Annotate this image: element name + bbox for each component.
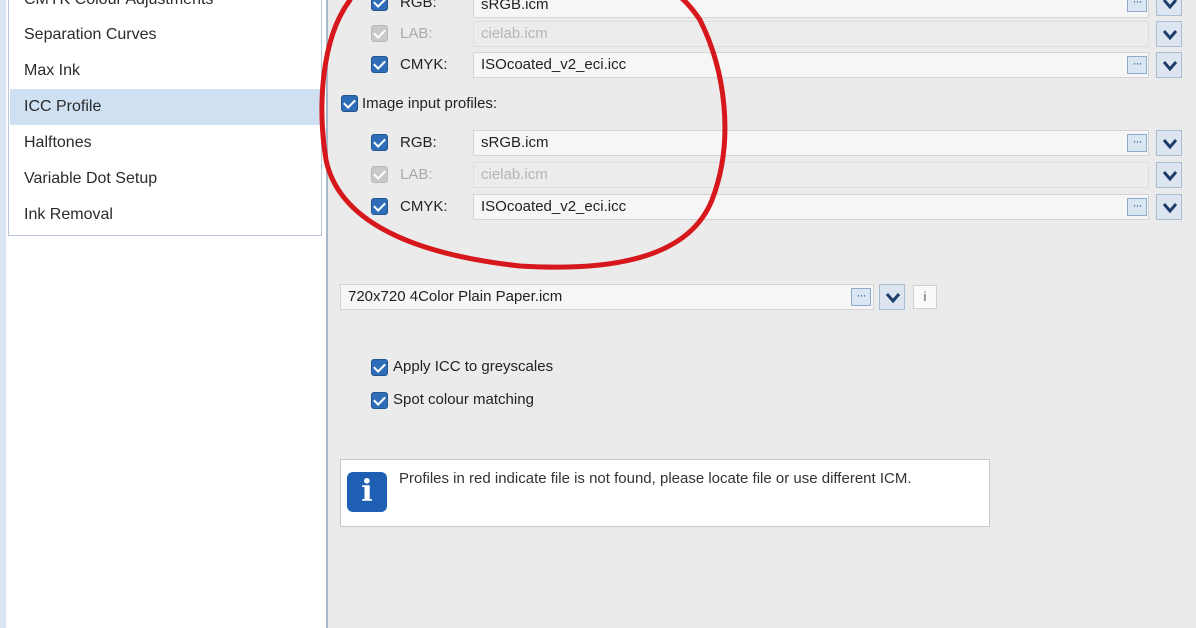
chevron-down-icon <box>1162 61 1178 72</box>
cmyk-profile-browse-button[interactable]: ··· <box>1127 56 1147 74</box>
lab-profile-label: LAB: <box>400 25 433 42</box>
apply-icc-greyscales-label: Apply ICC to greyscales <box>393 358 554 375</box>
image-cmyk-checkbox[interactable] <box>371 198 388 215</box>
output-profile-info-button[interactable]: i <box>913 285 937 309</box>
cmyk-profile-label: CMYK: <box>400 56 448 73</box>
rgb-profile-label: RGB: <box>400 0 437 11</box>
sidebar-item-label: ICC Profile <box>24 98 102 115</box>
info-icon: i <box>347 472 387 512</box>
image-input-profiles-checkbox[interactable] <box>341 95 358 112</box>
cmyk-profile-dropdown-button[interactable] <box>1156 52 1182 78</box>
output-profile-field[interactable]: 720x720 4Color Plain Paper.icm <box>340 284 874 310</box>
sidebar-item-max-ink[interactable]: Max Ink <box>10 53 320 89</box>
image-cmyk-dropdown-button[interactable] <box>1156 194 1182 220</box>
image-lab-checkbox[interactable] <box>371 166 388 183</box>
chevron-down-icon <box>1162 0 1178 10</box>
image-input-profiles-label: Image input profiles: <box>362 95 498 112</box>
settings-sidebar: CMYK Colour Adjustments Separation Curve… <box>8 0 322 236</box>
sidebar-item-label: Variable Dot Setup <box>24 170 158 187</box>
sidebar-item-ink-removal[interactable]: Ink Removal <box>10 197 320 233</box>
output-profile-browse-button[interactable]: ··· <box>851 288 871 306</box>
notice-text: Profiles in red indicate file is not fou… <box>399 470 912 487</box>
image-cmyk-browse-button[interactable]: ··· <box>1127 198 1147 216</box>
sidebar-item-separation-curves[interactable]: Separation Curves <box>10 17 320 53</box>
image-rgb-dropdown-button[interactable] <box>1156 130 1182 156</box>
cmyk-profile-field[interactable]: ISOcoated_v2_eci.icc <box>473 52 1149 78</box>
chevron-down-icon <box>885 293 901 304</box>
lab-profile-dropdown-button[interactable] <box>1156 21 1182 47</box>
lab-profile-field[interactable]: cielab.icm <box>473 21 1149 47</box>
apply-icc-greyscales-checkbox[interactable] <box>371 359 388 376</box>
image-rgb-field[interactable]: sRGB.icm <box>473 130 1149 156</box>
chevron-down-icon <box>1162 171 1178 182</box>
sidebar-item-cmyk-colour-adjustments[interactable]: CMYK Colour Adjustments <box>10 0 320 18</box>
spot-colour-matching-checkbox[interactable] <box>371 392 388 409</box>
image-lab-field[interactable]: cielab.icm <box>473 162 1149 188</box>
image-lab-dropdown-button[interactable] <box>1156 162 1182 188</box>
info-notice: i Profiles in red indicate file is not f… <box>340 459 990 527</box>
image-lab-label: LAB: <box>400 166 433 183</box>
cmyk-profile-checkbox[interactable] <box>371 56 388 73</box>
sidebar-item-variable-dot-setup[interactable]: Variable Dot Setup <box>10 161 320 197</box>
sidebar-item-label: Separation Curves <box>24 26 157 43</box>
image-rgb-browse-button[interactable]: ··· <box>1127 134 1147 152</box>
sidebar-item-label: Ink Removal <box>24 206 113 223</box>
chevron-down-icon <box>1162 203 1178 214</box>
image-cmyk-label: CMYK: <box>400 198 448 215</box>
image-rgb-label: RGB: <box>400 134 437 151</box>
output-profile-dropdown-button[interactable] <box>879 284 905 310</box>
rgb-profile-browse-button[interactable]: ··· <box>1127 0 1147 12</box>
sidebar-item-label: Max Ink <box>24 62 81 79</box>
chevron-down-icon <box>1162 30 1178 41</box>
rgb-profile-dropdown-button[interactable] <box>1156 0 1182 16</box>
image-cmyk-field[interactable]: ISOcoated_v2_eci.icc <box>473 194 1149 220</box>
rgb-profile-checkbox[interactable] <box>371 0 388 11</box>
sidebar-item-icc-profile[interactable]: ICC Profile <box>10 89 320 125</box>
rgb-profile-field[interactable]: sRGB.icm <box>473 0 1149 18</box>
spot-colour-matching-label: Spot colour matching <box>393 391 534 408</box>
sidebar-item-halftones[interactable]: Halftones <box>10 125 320 161</box>
image-rgb-checkbox[interactable] <box>371 134 388 151</box>
lab-profile-checkbox[interactable] <box>371 25 388 42</box>
sidebar-item-label: Halftones <box>24 134 92 151</box>
sidebar-item-label: CMYK Colour Adjustments <box>24 0 213 8</box>
chevron-down-icon <box>1162 139 1178 150</box>
window-edge <box>0 0 6 628</box>
